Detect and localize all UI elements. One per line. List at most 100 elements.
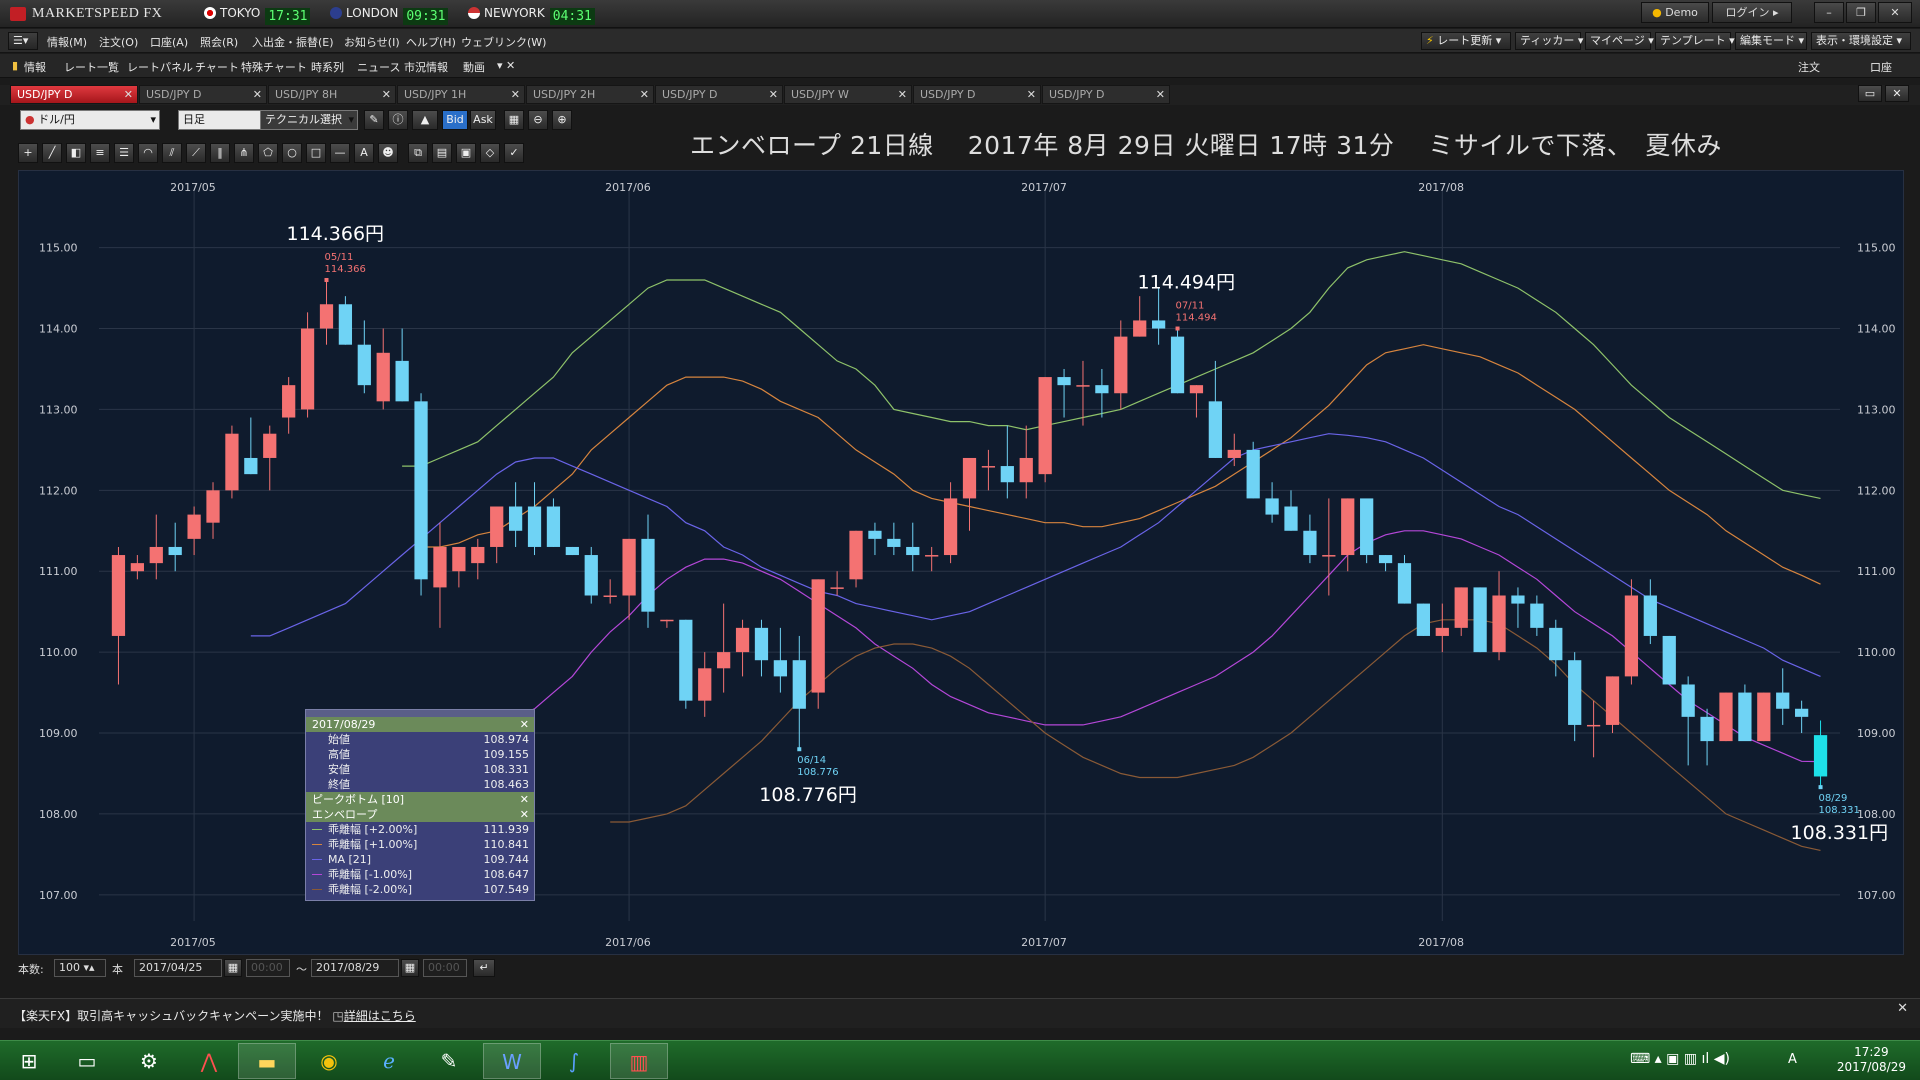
quick-video[interactable]: 動画 xyxy=(463,59,485,75)
tab-usdjpy-w[interactable]: USD/JPY W ✕ xyxy=(784,85,912,104)
quick-rate-panel[interactable]: レートパネル xyxy=(127,59,193,75)
tab-usdjpy-d-4[interactable]: USD/JPY D ✕ xyxy=(913,85,1041,104)
tab-usdjpy-d-3[interactable]: USD/JPY D ✕ xyxy=(655,85,783,104)
draw-settings-icon[interactable]: ✓ xyxy=(504,143,524,163)
icon-tool-icon[interactable]: ☻ xyxy=(378,143,398,163)
tab-usdjpy-8h[interactable]: USD/JPY 8H ✕ xyxy=(268,85,396,104)
from-date-input[interactable]: 2017/04/25 xyxy=(134,959,222,977)
data-window-grip[interactable] xyxy=(306,710,534,717)
apply-range-icon[interactable]: ↵ xyxy=(473,959,495,977)
chart-area[interactable]: 107.00 107.00 108.00 108.00 109.00 109.00 110.… xyxy=(18,170,1904,955)
fan-icon[interactable]: ⟋ xyxy=(186,143,206,163)
eraser-icon[interactable]: ◧ xyxy=(66,143,86,163)
maximize-button[interactable]: ❐ xyxy=(1846,2,1876,23)
tab-usdjpy-1h[interactable]: USD/JPY 1H ✕ xyxy=(397,85,525,104)
period-select[interactable]: 日足 xyxy=(178,110,272,130)
pencil-icon[interactable]: ✎ xyxy=(364,110,384,130)
quick-more-icon[interactable]: ▾ ✕ xyxy=(497,59,515,72)
menu-order[interactable]: 注文(O) xyxy=(99,34,138,50)
chart-type-icon[interactable]: ▲ xyxy=(412,110,438,130)
line-icon[interactable]: ╱ xyxy=(42,143,62,163)
hline-icon[interactable]: ≡ xyxy=(90,143,110,163)
delete-icon[interactable]: ▣ xyxy=(456,143,476,163)
count-input[interactable]: 100 ▾▴ xyxy=(54,959,106,977)
ask-button[interactable]: Ask xyxy=(470,110,496,130)
rate-update-button[interactable]: ⚡ レート更新 ▾ xyxy=(1421,32,1511,50)
explorer-icon[interactable]: ▭ xyxy=(58,1043,116,1079)
mypage-button[interactable]: マイページ ▾ xyxy=(1585,32,1654,50)
to-time-input[interactable]: 00:00 xyxy=(423,959,467,977)
window-close-icon[interactable]: ✕ xyxy=(1885,85,1909,102)
marketspeed-icon[interactable]: ▥ xyxy=(610,1043,668,1079)
quick-info[interactable]: 情報 xyxy=(24,59,46,75)
close-tab-icon[interactable]: ✕ xyxy=(124,86,133,103)
close-tab-icon[interactable]: ✕ xyxy=(1156,86,1165,103)
close-icon[interactable]: ✕ xyxy=(520,717,529,732)
quick-timeseries[interactable]: 時系列 xyxy=(311,59,344,75)
quick-news[interactable]: ニュース xyxy=(357,59,400,75)
quick-order[interactable]: 注文 xyxy=(1798,59,1820,75)
ie-icon[interactable]: ℯ xyxy=(360,1043,418,1079)
arc-icon[interactable]: ◠ xyxy=(138,143,158,163)
ticker-button[interactable]: ティッカー ▾ xyxy=(1515,32,1583,50)
demo-button[interactable]: ● Demo xyxy=(1641,2,1709,23)
menu-info[interactable]: 情報(M) xyxy=(47,34,87,50)
close-tab-icon[interactable]: ✕ xyxy=(898,86,907,103)
network-icon[interactable]: ⚙ xyxy=(120,1043,178,1079)
rectangle-icon[interactable]: □ xyxy=(306,143,326,163)
close-tab-icon[interactable]: ✕ xyxy=(511,86,520,103)
pair-select[interactable]: ● ドル/円 xyxy=(20,110,160,130)
polygon-icon[interactable]: ⬠ xyxy=(258,143,278,163)
news-close-icon[interactable]: ✕ xyxy=(1897,1001,1908,1016)
taskbar-clock[interactable]: 17:29 2017/08/29 xyxy=(1837,1045,1906,1075)
close-tab-icon[interactable]: ✕ xyxy=(382,86,391,103)
paste-icon[interactable]: ▤ xyxy=(432,143,452,163)
pitchfork-icon[interactable]: ⋔ xyxy=(234,143,254,163)
quick-market[interactable]: 市況情報 xyxy=(404,59,448,75)
vlines-icon[interactable]: ‖ xyxy=(210,143,230,163)
word-icon[interactable]: W xyxy=(483,1043,541,1079)
info-icon[interactable]: ⓘ xyxy=(388,110,408,130)
acrobat-icon[interactable]: ⋀ xyxy=(180,1043,238,1079)
circle-icon[interactable]: ○ xyxy=(282,143,302,163)
to-date-input[interactable]: 2017/08/29 xyxy=(311,959,399,977)
minimize-button[interactable]: – xyxy=(1814,2,1844,23)
chrome-icon[interactable]: ◉ xyxy=(300,1043,358,1079)
close-icon[interactable]: ✕ xyxy=(520,792,529,807)
data-window[interactable]: 2017/08/29 ✕ 始値 108.974 高値 109.155 安値 108.33… xyxy=(305,709,535,901)
hsegment-icon[interactable]: — xyxy=(330,143,350,163)
zoom-in-icon[interactable]: ⊕ xyxy=(552,110,572,130)
menu-notice[interactable]: お知らせ(I) xyxy=(344,34,400,50)
close-button[interactable]: ✕ xyxy=(1878,2,1912,23)
display-settings-button[interactable]: 表示・環境設定 ▾ xyxy=(1811,32,1911,50)
quick-account[interactable]: 口座 xyxy=(1870,59,1892,75)
candlestick-chart[interactable]: 107.00 107.00 108.00 108.00 109.00 109.00 110.… xyxy=(19,171,1905,956)
close-tab-icon[interactable]: ✕ xyxy=(640,86,649,103)
technical-select[interactable]: テクニカル選択 xyxy=(260,110,358,130)
close-tab-icon[interactable]: ✕ xyxy=(769,86,778,103)
close-tab-icon[interactable]: ✕ xyxy=(1027,86,1036,103)
start-icon[interactable]: ⊞ xyxy=(0,1043,58,1079)
news-link[interactable]: 詳細はこちら xyxy=(344,1009,416,1023)
menu-help[interactable]: ヘルプ(H) xyxy=(406,34,456,50)
folder-icon[interactable]: ▬ xyxy=(238,1043,296,1079)
channel-icon[interactable]: ⫽ xyxy=(162,143,182,163)
tab-usdjpy-d-2[interactable]: USD/JPY D ✕ xyxy=(139,85,267,104)
clear-icon[interactable]: ◇ xyxy=(480,143,500,163)
edit-mode-button[interactable]: 編集モード ▾ xyxy=(1735,32,1807,50)
paint-icon[interactable]: ✎ xyxy=(420,1043,478,1079)
tab-usdjpy-d-5[interactable]: USD/JPY D ✕ xyxy=(1042,85,1170,104)
zoom-out-icon[interactable]: ⊖ xyxy=(528,110,548,130)
copy-icon[interactable]: ⧉ xyxy=(408,143,428,163)
quick-rate-list[interactable]: レート一覧 xyxy=(64,59,119,75)
text-icon[interactable]: A xyxy=(354,143,374,163)
quick-chart[interactable]: チャート xyxy=(195,59,239,75)
menu-account[interactable]: 口座(A) xyxy=(150,34,188,50)
bid-button[interactable]: Bid xyxy=(442,110,468,130)
quick-special-chart[interactable]: 特殊チャート xyxy=(241,59,307,75)
tab-usdjpy-2h[interactable]: USD/JPY 2H ✕ xyxy=(526,85,654,104)
tab-usdjpy-d-1[interactable]: USD/JPY D ✕ xyxy=(10,85,138,104)
chart-settings-icon[interactable]: ▦ xyxy=(504,110,524,130)
menu-weblink[interactable]: ウェブリンク(W) xyxy=(461,34,546,50)
template-button[interactable]: テンプレート ▾ xyxy=(1655,32,1735,50)
